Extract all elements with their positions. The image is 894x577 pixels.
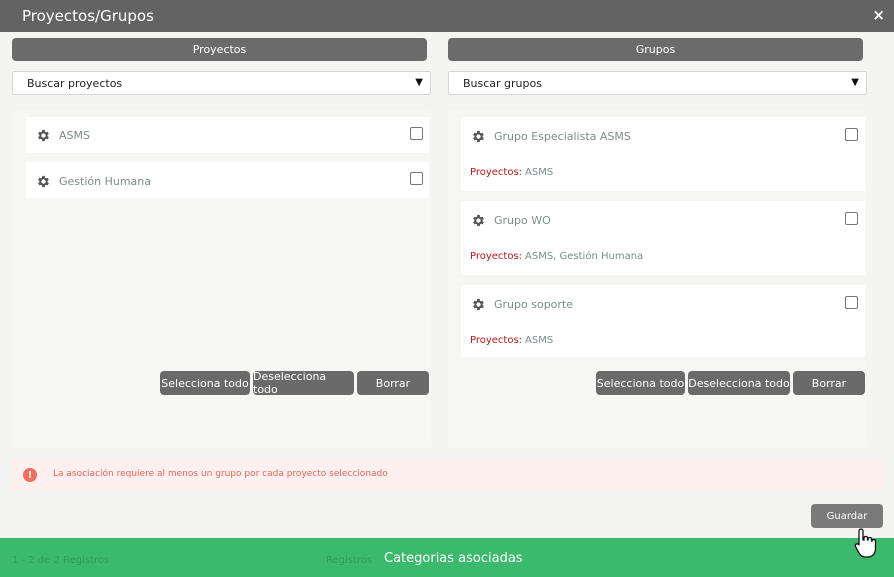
footer-background-text: Registros [326, 555, 373, 566]
projects-clear-button[interactable]: Borrar [357, 371, 429, 395]
gear-icon [473, 214, 484, 227]
group-checkbox[interactable] [845, 128, 858, 141]
footer-label: Categorias asociadas [384, 551, 523, 566]
group-projects-value: ASMS [525, 335, 554, 346]
alert-message: La asociación requiere al menos un grupo… [53, 469, 388, 479]
dropdown-caret-icon: ▼ [415, 77, 423, 88]
projects-panel [12, 110, 431, 447]
project-item[interactable]: ASMS [26, 117, 429, 153]
project-label: Gestión Humana [59, 175, 152, 188]
group-checkbox[interactable] [845, 296, 858, 309]
projects-select-all-button[interactable]: Selecciona todo [160, 371, 250, 395]
group-projects-key: Proyectos: [470, 167, 523, 178]
alert-icon: ! [23, 468, 37, 482]
footer-background-text: 1 - 2 de 2 Registros [12, 555, 110, 566]
projects-header: Proyectos [12, 38, 427, 61]
groups-select-all-button[interactable]: Selecciona todo [596, 371, 685, 395]
footer-bar[interactable]: 1 - 2 de 2 Registros Registros Categoria… [0, 538, 894, 577]
groups-deselect-all-button[interactable]: Deselecciona todo [688, 371, 790, 395]
group-item[interactable]: Grupo WO Proyectos: ASMS, Gestión Humana [461, 201, 865, 275]
groups-clear-button[interactable]: Borrar [793, 371, 865, 395]
group-projects-key: Proyectos: [470, 335, 523, 346]
projects-search-placeholder: Buscar proyectos [27, 76, 123, 90]
project-checkbox[interactable] [410, 127, 423, 140]
group-label: Grupo soporte [494, 298, 574, 311]
close-icon[interactable]: × [872, 6, 885, 24]
dropdown-caret-icon: ▼ [851, 77, 859, 88]
group-projects-value: ASMS, Gestión Humana [525, 251, 644, 262]
validation-alert: ! La asociación requiere al menos un gru… [12, 460, 882, 490]
group-projects-key: Proyectos: [470, 251, 523, 262]
group-label: Grupo Especialista ASMS [494, 130, 631, 143]
projects-deselect-all-button[interactable]: Deselecciona todo [253, 370, 354, 396]
groups-search-placeholder: Buscar grupos [463, 76, 542, 90]
modal-titlebar: Proyectos/Grupos × [0, 0, 894, 32]
project-label: ASMS [59, 129, 90, 142]
groups-header: Grupos [448, 38, 863, 61]
modal-title: Proyectos/Grupos [22, 7, 154, 25]
gear-icon [473, 298, 484, 311]
hand-cursor-icon [854, 528, 877, 558]
project-checkbox[interactable] [410, 172, 423, 185]
gear-icon [38, 129, 49, 142]
group-projects-value: ASMS [525, 167, 554, 178]
group-checkbox[interactable] [845, 212, 858, 225]
save-button[interactable]: Guardar [811, 504, 883, 528]
group-label: Grupo WO [494, 214, 551, 227]
gear-icon [38, 175, 49, 188]
group-item[interactable]: Grupo soporte Proyectos: ASMS [461, 285, 865, 357]
groups-search-select[interactable]: Buscar grupos ▼ [448, 71, 867, 95]
projects-search-select[interactable]: Buscar proyectos ▼ [12, 71, 431, 95]
group-item[interactable]: Grupo Especialista ASMS Proyectos: ASMS [461, 117, 865, 191]
project-item[interactable]: Gestión Humana [26, 162, 429, 198]
gear-icon [473, 130, 484, 143]
